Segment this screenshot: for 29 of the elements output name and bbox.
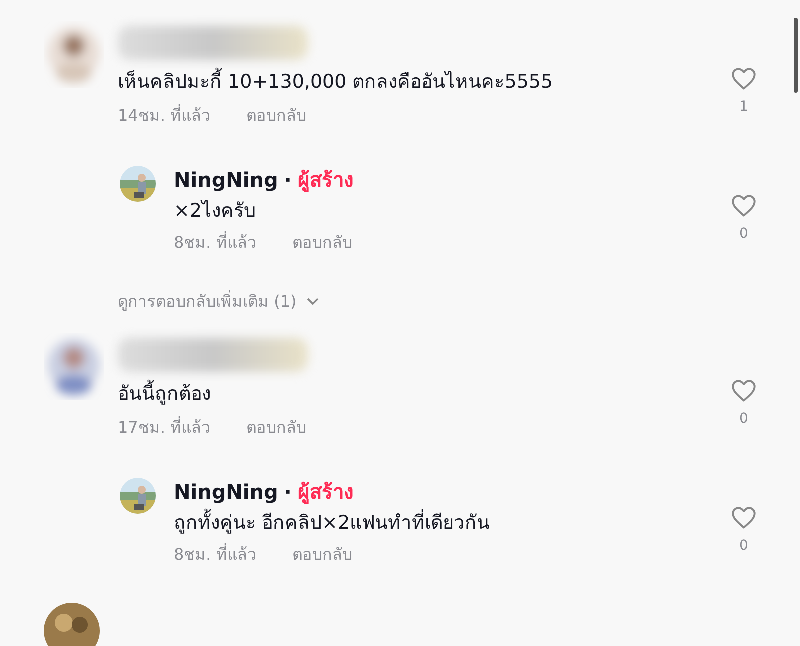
- creator-label: ผู้สร้าง: [298, 479, 354, 506]
- comment-time: 17ชม. ที่แล้ว: [118, 416, 211, 439]
- comment-time: 14ชม. ที่แล้ว: [118, 104, 211, 127]
- creator-label: ผู้สร้าง: [298, 167, 354, 194]
- reply-text: ถูกทั้งคู่นะ อีกคลิป×2แฟนทำที่เดียวกัน: [174, 508, 724, 538]
- comment-text: เห็นคลิปมะกี้ 10+130,000 ตกลงคืออันไหนคะ5555: [118, 65, 724, 99]
- reply-link[interactable]: ตอบกลับ: [292, 542, 352, 567]
- heart-icon[interactable]: [731, 67, 757, 91]
- more-replies-link[interactable]: ดูการตอบกลับเพิ่มเติม (1): [118, 289, 764, 314]
- separator-dot: ·: [284, 168, 292, 192]
- separator-dot: ·: [284, 480, 292, 504]
- heart-icon[interactable]: [731, 506, 757, 530]
- reply-time: 8ชม. ที่แล้ว: [174, 542, 256, 566]
- author-name[interactable]: NingNing: [174, 168, 278, 192]
- reply-link[interactable]: ตอบกลับ: [246, 103, 307, 128]
- reply-text: ×2ไงครับ: [174, 199, 258, 224]
- comment-text: อันนี้ถูกต้อง: [118, 377, 724, 411]
- scrollbar[interactable]: [794, 18, 798, 93]
- like-count: 1: [740, 99, 748, 115]
- heart-icon[interactable]: [731, 194, 757, 218]
- reply-time: 8ชม. ที่แล้ว: [174, 230, 256, 254]
- like-count: 0: [740, 411, 748, 427]
- author-name[interactable]: NingNing: [174, 480, 278, 504]
- like-count: 0: [740, 538, 748, 554]
- heart-icon[interactable]: [731, 379, 757, 403]
- reply-link[interactable]: ตอบกลับ: [246, 415, 307, 440]
- like-count: 0: [740, 226, 748, 242]
- reply-link[interactable]: ตอบกลับ: [292, 230, 352, 255]
- chevron-down-icon: [306, 298, 319, 306]
